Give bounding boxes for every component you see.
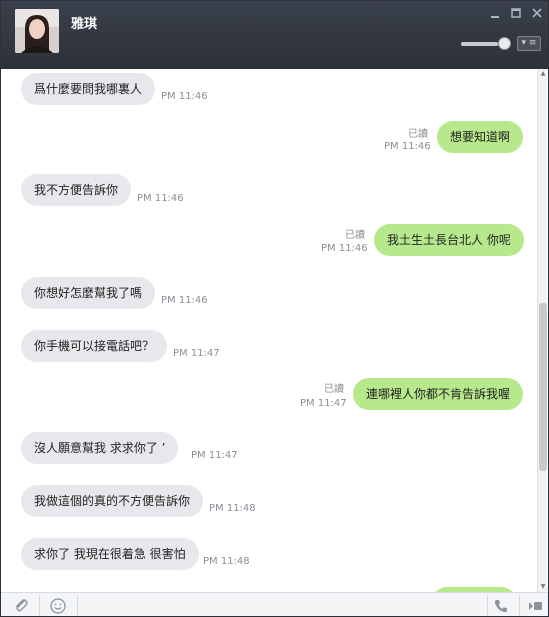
message-timestamp: PM 11:46 <box>384 141 431 152</box>
message-text: 我做這個的真的不方便告訴你 <box>34 494 191 508</box>
scroll-up-icon[interactable]: ▲ <box>538 69 548 79</box>
message-bubble-outgoing[interactable]: 想要知道啊 <box>437 121 524 153</box>
attachment-icon[interactable] <box>11 597 31 615</box>
message-timestamp: PM 11:48 <box>203 556 250 567</box>
message-timestamp: PM 11:47 <box>173 348 220 359</box>
maximize-icon[interactable] <box>508 7 524 19</box>
message-timestamp: PM 11:46 <box>161 91 208 102</box>
message-timestamp: PM 11:46 <box>161 295 208 306</box>
chat-scrollbar[interactable]: ▲ ▼ <box>537 69 547 592</box>
message-timestamp: PM 11:47 <box>191 450 238 461</box>
message-text: 連哪裡人你都不肯告訴我喔 <box>366 387 511 401</box>
message-timestamp: PM 11:47 <box>300 398 347 409</box>
toolbar-divider <box>519 596 520 616</box>
minimize-icon[interactable] <box>487 7 503 19</box>
emoji-icon[interactable] <box>48 597 68 615</box>
message-list: 爲什麼要問我哪裏人 PM 11:46 已讀 PM 11:46 想要知道啊 我不方… <box>1 69 548 592</box>
message-bubble-outgoing[interactable]: 連哪裡人你都不肯告訴我喔 <box>353 378 524 410</box>
message-bubble-incoming[interactable]: 沒人願意幫我 求求你了 ’ <box>21 432 179 464</box>
avatar[interactable] <box>15 9 59 53</box>
chat-header: 雅琪 ▾ ≡ <box>1 1 548 69</box>
message-text: 我土生土長台北人 你呢 <box>387 233 511 247</box>
message-text: 爲什麼要問我哪裏人 <box>34 82 143 96</box>
message-bubble-incoming[interactable]: 求你了 我現在很着急 很害怕 <box>21 538 199 570</box>
toolbar-divider <box>487 596 488 616</box>
message-bubble-incoming[interactable]: 我不方便告訴你 <box>21 174 132 206</box>
video-call-icon[interactable] <box>525 597 545 615</box>
message-text: 想要知道啊 <box>450 130 511 144</box>
contact-avatar-photo <box>15 9 59 53</box>
read-receipt: 已讀 <box>345 230 365 241</box>
zoom-slider-fill <box>461 42 498 46</box>
message-text: 你手機可以接電話吧？ <box>34 339 155 353</box>
message-text: 沒人願意幫我 求求你了 ’ <box>34 441 166 455</box>
chat-toolbar <box>1 592 548 616</box>
message-text: 你想好怎麼幫我了嗎 <box>34 286 143 300</box>
message-bubble-outgoing[interactable]: 我土生土長台北人 你呢 <box>374 224 524 256</box>
toolbar-divider <box>39 596 40 616</box>
contact-name: 雅琪 <box>71 17 98 32</box>
message-bubble-incoming[interactable]: 你想好怎麼幫我了嗎 <box>21 277 156 309</box>
dropdown-menu-icon: ▾ ≡ <box>521 38 537 48</box>
message-text: 我不方便告訴你 <box>34 183 119 197</box>
zoom-slider-handle[interactable] <box>498 37 511 50</box>
message-bubble-incoming[interactable]: 爲什麼要問我哪裏人 <box>21 73 156 105</box>
message-bubble-incoming[interactable]: 我做這個的真的不方便告訴你 <box>21 485 204 517</box>
message-timestamp: PM 11:46 <box>321 243 368 254</box>
message-bubble-incoming[interactable]: 你手機可以接電話吧？ <box>21 330 168 362</box>
scroll-down-icon[interactable]: ▼ <box>538 582 548 592</box>
chat-window: 雅琪 ▾ ≡ 爲什麼要問我哪裏人 PM 11:46 已讀 PM 11:46 想要… <box>0 0 549 617</box>
message-timestamp: PM 11:46 <box>137 193 184 204</box>
toolbar-divider <box>77 596 78 616</box>
close-icon[interactable] <box>529 7 545 19</box>
menu-button[interactable]: ▾ ≡ <box>517 36 541 51</box>
scrollbar-thumb[interactable] <box>539 303 547 471</box>
message-timestamp: PM 11:48 <box>209 503 256 514</box>
message-text: 求你了 我現在很着急 很害怕 <box>34 547 186 561</box>
read-receipt: 已讀 <box>324 384 344 395</box>
phone-icon[interactable] <box>491 597 511 615</box>
read-receipt: 已讀 <box>408 129 428 140</box>
